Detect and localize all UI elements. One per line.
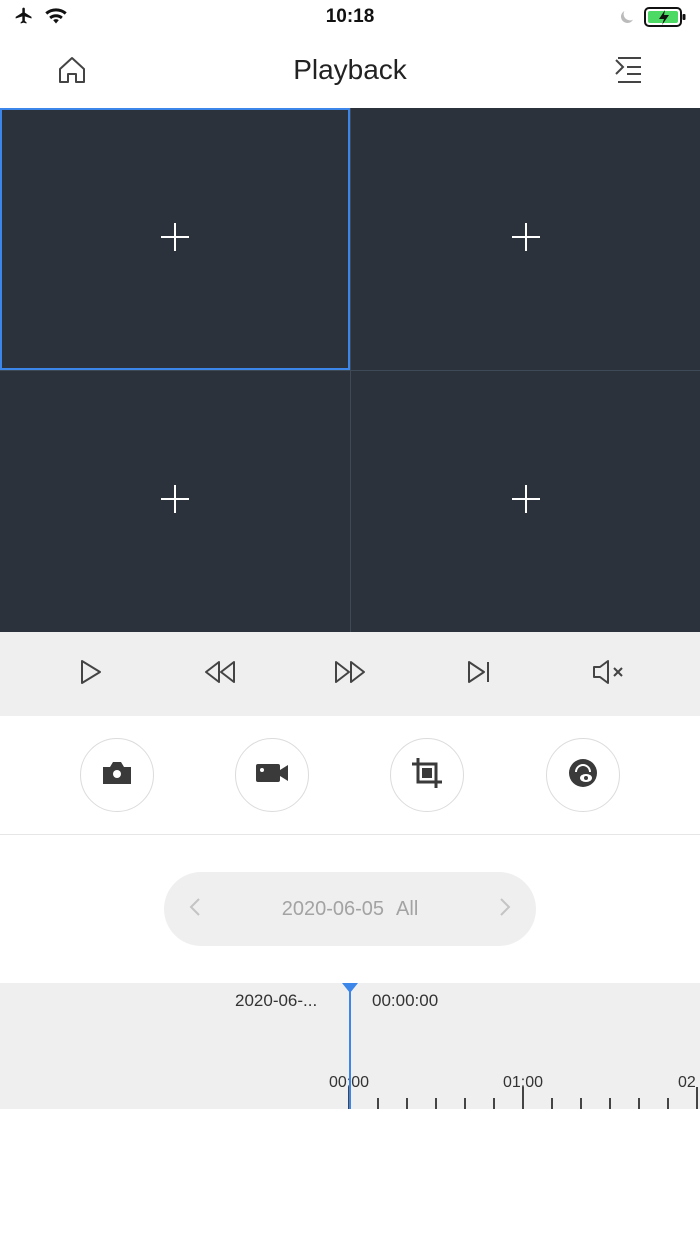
mute-icon (591, 658, 625, 691)
add-icon[interactable] (510, 221, 542, 258)
fast-forward-icon (333, 659, 367, 690)
timeline-tick (638, 1098, 640, 1109)
mute-button[interactable] (588, 654, 628, 694)
tools-row (0, 716, 700, 835)
battery-charging-icon (644, 6, 688, 33)
video-cell-2[interactable] (350, 108, 700, 370)
timeline-tick (667, 1098, 669, 1109)
skip-next-icon (465, 659, 493, 690)
date-value: 2020-06-05 (281, 898, 385, 920)
snapshot-icon (100, 759, 134, 792)
fisheye-icon (567, 757, 599, 794)
crop-icon (410, 756, 444, 795)
chevron-right-icon (498, 896, 512, 923)
add-icon[interactable] (159, 483, 191, 520)
timeline-tick (551, 1098, 553, 1109)
timeline-cursor[interactable] (349, 983, 351, 1109)
timeline[interactable]: 2020-06-... 00:00:00 00:00 01:00 02 (0, 983, 700, 1109)
rewind-icon (203, 659, 237, 690)
video-cell-1[interactable] (0, 108, 350, 370)
playback-controls (0, 632, 700, 716)
status-bar: 10:18 (0, 0, 700, 36)
video-cell-4[interactable] (350, 370, 700, 632)
tick-label-02: 02 (678, 1074, 696, 1091)
timeline-tick (493, 1098, 495, 1109)
timeline-cursor-marker (342, 983, 358, 993)
timeline-tick (464, 1098, 466, 1109)
video-cell-3[interactable] (0, 370, 350, 632)
timeline-time: 00:00:00 (372, 991, 439, 1010)
moon-icon (618, 8, 636, 31)
page-title: Playback (293, 54, 407, 85)
play-icon (78, 658, 104, 691)
timeline-tick (435, 1098, 437, 1109)
skip-next-button[interactable] (459, 654, 499, 694)
video-grid (0, 108, 700, 632)
snapshot-button[interactable] (80, 738, 154, 812)
timeline-tick (522, 1087, 524, 1109)
add-icon[interactable] (510, 483, 542, 520)
crop-button[interactable] (390, 738, 464, 812)
fast-forward-button[interactable] (330, 654, 370, 694)
status-time: 10:18 (325, 6, 375, 27)
play-button[interactable] (71, 654, 111, 694)
add-icon[interactable] (159, 221, 191, 258)
rewind-button[interactable] (200, 654, 240, 694)
date-selector[interactable]: 2020-06-05 All (164, 872, 536, 946)
device-list-icon (613, 56, 643, 89)
status-right (618, 6, 688, 33)
date-filter: All (396, 898, 419, 920)
timeline-tick (696, 1087, 698, 1109)
timeline-tick (377, 1098, 379, 1109)
timeline-tick (609, 1098, 611, 1109)
fisheye-button[interactable] (546, 738, 620, 812)
timeline-tick (406, 1098, 408, 1109)
record-button[interactable] (235, 738, 309, 812)
timeline-date: 2020-06-... (235, 991, 318, 1010)
next-date-button[interactable] (490, 894, 520, 924)
header: Playback (0, 36, 700, 108)
timeline-tick (580, 1098, 582, 1109)
date-label: 2020-06-05 All (164, 898, 536, 921)
record-icon (254, 760, 290, 791)
device-list-button[interactable] (610, 54, 646, 90)
